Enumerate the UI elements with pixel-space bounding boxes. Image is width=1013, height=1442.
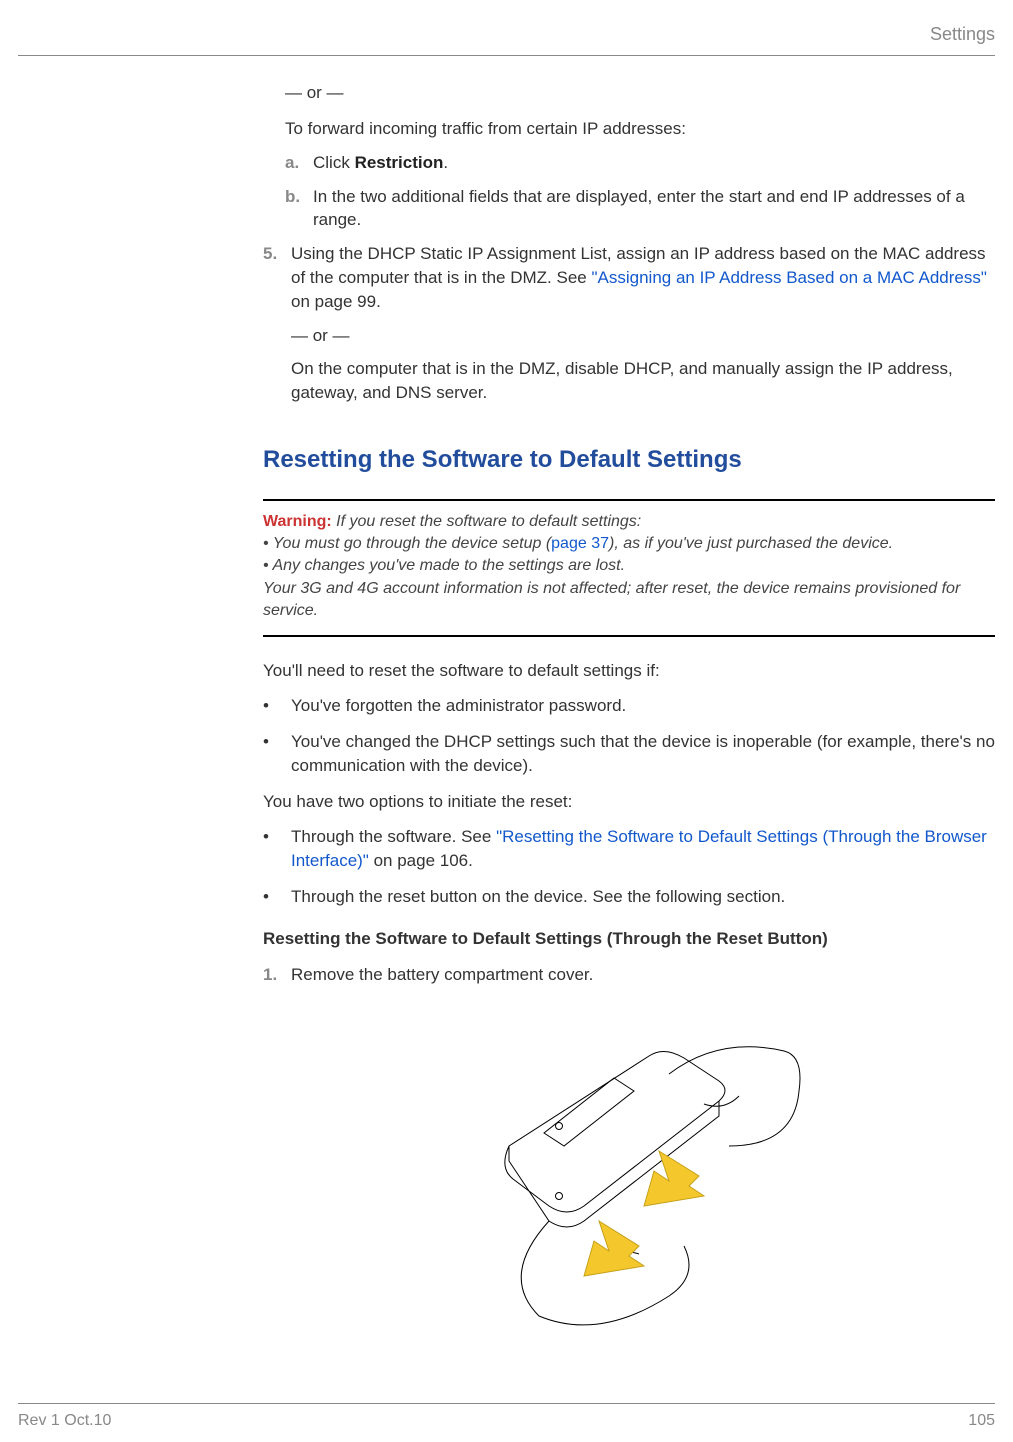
page-footer: Rev 1 Oct.10 105 <box>18 1403 995 1432</box>
step-5-alt: On the computer that is in the DMZ, disa… <box>291 357 995 405</box>
substep-b-text: In the two additional fields that are di… <box>313 185 995 233</box>
substep-b: b. In the two additional fields that are… <box>285 185 995 233</box>
step-5-or: — or — <box>291 324 995 348</box>
heading-reset-software: Resetting the Software to Default Settin… <box>263 443 995 477</box>
step-5: 5. Using the DHCP Static IP Assignment L… <box>263 242 995 415</box>
step-5-marker: 5. <box>263 242 291 415</box>
need-item-1-text: You've forgotten the administrator passw… <box>291 694 995 718</box>
reset-step-1: 1. Remove the battery compartment cover. <box>263 963 995 987</box>
bullet-marker: • <box>263 694 291 718</box>
battery-cover-illustration-icon <box>439 996 819 1326</box>
option-2: • Through the reset button on the device… <box>263 885 995 909</box>
warn-tail: Your 3G and 4G account information is no… <box>263 578 995 623</box>
heading-reset-button: Resetting the Software to Default Settin… <box>263 927 995 951</box>
option-1-post: on page 106. <box>369 851 473 870</box>
substep-a-post: . <box>443 153 448 172</box>
warning-label: Warning: <box>263 513 332 530</box>
bullet-marker: • <box>263 825 291 873</box>
option-2-text: Through the reset button on the device. … <box>291 885 995 909</box>
substep-a-text: Click Restriction. <box>313 151 995 175</box>
link-page-37[interactable]: page 37 <box>551 535 609 552</box>
bullet-marker: • <box>263 885 291 909</box>
option-1-text: Through the software. See "Resetting the… <box>291 825 995 873</box>
bullet-marker: • <box>263 730 291 778</box>
link-assign-ip[interactable]: "Assigning an IP Address Based on a MAC … <box>591 268 986 287</box>
footer-page-number: 105 <box>968 1410 995 1432</box>
substep-a-marker: a. <box>285 151 313 175</box>
header-section-label: Settings <box>930 24 995 44</box>
forward-intro: To forward incoming traffic from certain… <box>285 117 995 141</box>
reset-step-1-text: Remove the battery compartment cover. <box>291 963 995 987</box>
warning-lead: If you reset the software to default set… <box>332 513 642 530</box>
need-item-2-text: You've changed the DHCP settings such th… <box>291 730 995 778</box>
warning-box: Warning: If you reset the software to de… <box>263 499 995 637</box>
option-1-pre: Through the software. See <box>291 827 496 846</box>
main-content: — or — To forward incoming traffic from … <box>263 81 995 1333</box>
figure-battery-cover <box>263 996 995 1333</box>
substep-b-marker: b. <box>285 185 313 233</box>
warn-bullet2: • Any changes you've made to the setting… <box>263 555 995 577</box>
warn-bullet1-pre: • You must go through the device setup ( <box>263 535 551 552</box>
substep-a-pre: Click <box>313 153 355 172</box>
need-intro: You'll need to reset the software to def… <box>263 659 995 683</box>
page-header: Settings <box>18 22 995 56</box>
need-item-1: • You've forgotten the administrator pas… <box>263 694 995 718</box>
or-separator-1: — or — <box>285 81 995 105</box>
reset-step-1-marker: 1. <box>263 963 291 987</box>
options-intro: You have two options to initiate the res… <box>263 790 995 814</box>
substep-a: a. Click Restriction. <box>285 151 995 175</box>
option-1: • Through the software. See "Resetting t… <box>263 825 995 873</box>
need-item-2: • You've changed the DHCP settings such … <box>263 730 995 778</box>
warn-bullet1-post: ), as if you've just purchased the devic… <box>609 535 893 552</box>
step-5-text: Using the DHCP Static IP Assignment List… <box>291 242 995 415</box>
restriction-label: Restriction <box>355 153 444 172</box>
step-5-post: on page 99. <box>291 292 381 311</box>
footer-revision: Rev 1 Oct.10 <box>18 1410 111 1432</box>
